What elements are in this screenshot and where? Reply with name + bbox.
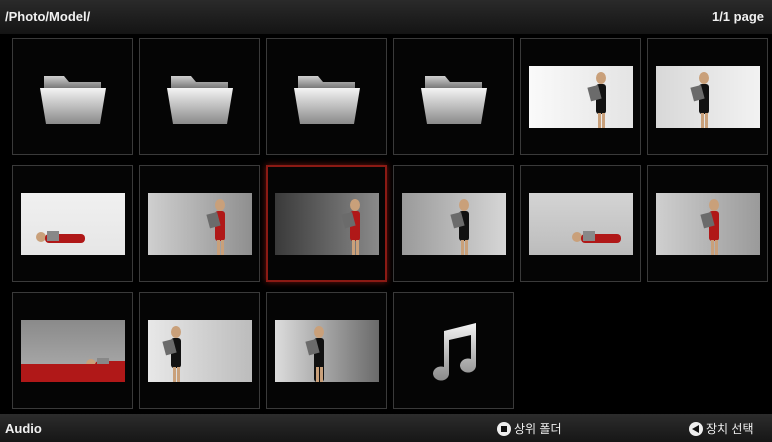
up-folder-hint[interactable]: 상위 폴더	[497, 420, 562, 437]
media-mode-label: Audio	[5, 421, 42, 436]
photo-item[interactable]	[266, 292, 387, 409]
folder-item[interactable]	[139, 38, 260, 155]
device-select-label: 장치 선택	[706, 422, 754, 436]
page-indicator: 1/1 page	[711, 9, 764, 24]
photo-thumbnail	[147, 192, 252, 255]
photo-item[interactable]	[393, 165, 514, 282]
photo-thumbnail	[655, 65, 760, 128]
photo-item[interactable]	[647, 38, 768, 155]
current-path: /Photo/Model/	[5, 9, 91, 24]
photo-item[interactable]	[647, 165, 768, 282]
photo-thumbnail	[147, 319, 252, 382]
photo-item-selected[interactable]	[266, 165, 387, 282]
audio-item[interactable]	[393, 292, 514, 409]
photo-thumbnail	[274, 319, 379, 382]
photo-thumbnail	[528, 192, 633, 255]
folder-item[interactable]	[266, 38, 387, 155]
photo-item[interactable]	[520, 38, 641, 155]
folder-icon	[38, 68, 108, 126]
photo-thumbnail	[401, 192, 506, 255]
folder-icon	[419, 68, 489, 126]
back-button-icon	[689, 421, 703, 436]
stop-button-icon	[497, 421, 511, 436]
bottom-bar: Audio 상위 폴더 장치 선택	[0, 414, 772, 442]
photo-item[interactable]	[12, 292, 133, 409]
photo-item[interactable]	[139, 292, 260, 409]
photo-thumbnail	[20, 192, 125, 255]
photo-item[interactable]	[520, 165, 641, 282]
music-note-icon	[426, 319, 482, 383]
folder-icon	[165, 68, 235, 126]
device-select-hint[interactable]: 장치 선택	[689, 420, 754, 437]
photo-item[interactable]	[139, 165, 260, 282]
photo-item[interactable]	[12, 165, 133, 282]
folder-icon	[292, 68, 362, 126]
folder-item[interactable]	[393, 38, 514, 155]
photo-thumbnail	[20, 319, 125, 382]
photo-thumbnail	[655, 192, 760, 255]
photo-thumbnail	[528, 65, 633, 128]
photo-thumbnail	[274, 192, 379, 255]
top-bar: /Photo/Model/ 1/1 page	[0, 0, 772, 34]
up-folder-label: 상위 폴더	[514, 422, 562, 436]
folder-item[interactable]	[12, 38, 133, 155]
